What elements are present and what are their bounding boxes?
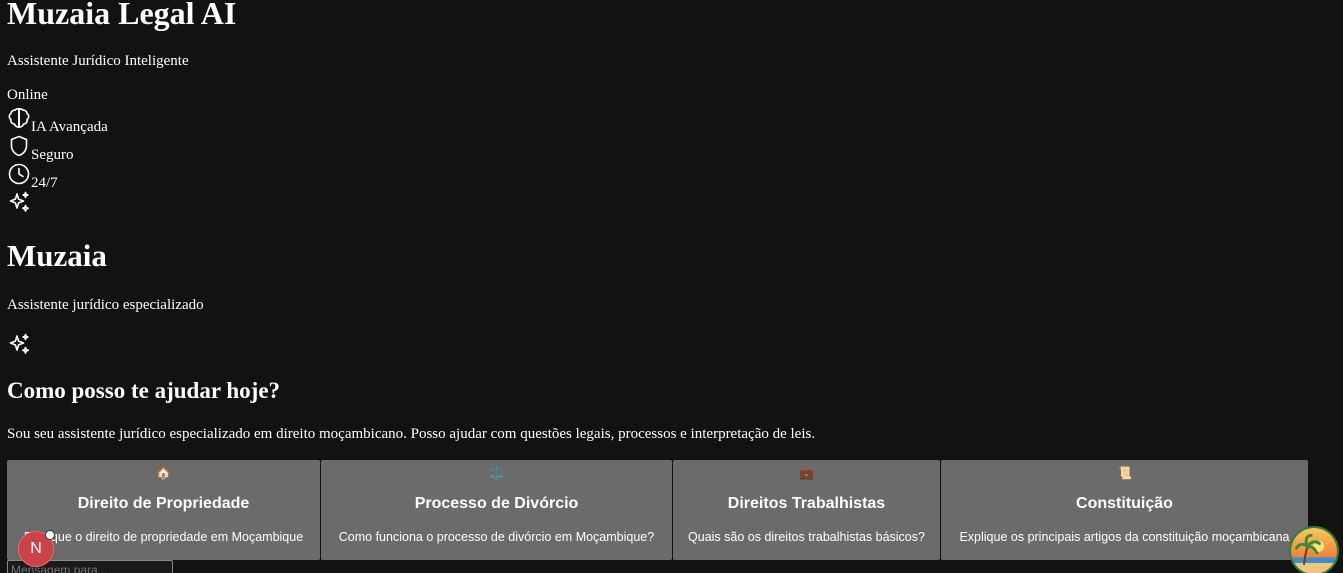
welcome-text: Sou seu assistente jurídico especializad…: [7, 426, 816, 442]
status-label: Online: [7, 87, 48, 103]
suggestion-cards: 🏠 Direito de Propriedade Explique o dire…: [7, 460, 1308, 560]
suggestion-card-constitution[interactable]: 📜 Constituição Explique os principais ar…: [941, 460, 1308, 560]
suggestion-prompt: Explique os principais artigos da consti…: [959, 530, 1290, 544]
suggestion-prompt: Como funciona o processo de divórcio em …: [338, 530, 655, 544]
house-icon: 🏠: [156, 466, 171, 480]
brand-title: Muzaia: [7, 238, 107, 273]
chat-app: Muzaia Legal AI Assistente Jurídico Inte…: [0, 0, 1343, 573]
feature-24-7: 24/7: [7, 162, 58, 191]
sparkles-icon: [9, 191, 29, 212]
clock-icon: [8, 163, 30, 185]
floating-assistant-button[interactable]: [1289, 526, 1339, 573]
suggestion-prompt: Quais são os direitos trabalhistas básic…: [688, 530, 925, 544]
briefcase-icon: 💼: [799, 466, 814, 480]
app-subtitle: Assistente Jurídico Inteligente: [7, 53, 189, 69]
feature-ai: IA Avançada: [7, 106, 108, 135]
feature-secure: Seguro: [7, 134, 74, 163]
suggestion-title: Processo de Divórcio: [414, 495, 579, 512]
suggestion-card-labor[interactable]: 💼 Direitos Trabalhistas Quais são os dir…: [673, 460, 940, 560]
suggestion-title: Direito de Propriedade: [77, 495, 250, 512]
shield-icon: [10, 135, 28, 157]
beach-icon: [1291, 528, 1337, 573]
feature-label: IA Avançada: [31, 119, 108, 135]
scales-icon: ⚖️: [489, 466, 504, 480]
feature-label: 24/7: [31, 175, 58, 191]
suggestion-card-divorce[interactable]: ⚖️ Processo de Divórcio Como funciona o …: [321, 460, 672, 560]
scroll-icon: 📜: [1117, 466, 1132, 480]
suggestion-title: Constituição: [1076, 495, 1173, 512]
welcome-title: Como posso te ajudar hoje?: [7, 378, 281, 403]
status-dot: [45, 530, 55, 540]
suggestion-card-property[interactable]: 🏠 Direito de Propriedade Explique o dire…: [7, 460, 320, 560]
suggestion-title: Direitos Trabalhistas: [727, 495, 886, 512]
brain-icon: [8, 108, 30, 128]
sparkles-icon: [9, 333, 29, 354]
app-title: Muzaia Legal AI: [7, 0, 237, 31]
brand-tagline: Assistente jurídico especializado: [7, 297, 204, 313]
feature-label: Seguro: [31, 147, 74, 163]
